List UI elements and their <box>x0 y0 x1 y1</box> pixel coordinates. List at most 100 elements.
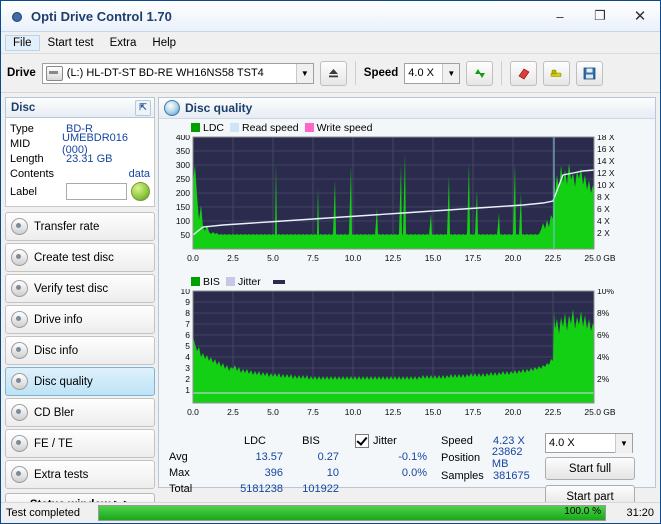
sidebar-item-disc-quality[interactable]: Disc quality <box>5 367 155 396</box>
stats-max-bis: 10 <box>326 467 339 479</box>
jitter-max-row: 0.0% <box>355 465 431 481</box>
samples-row: Samples 381675 <box>441 467 541 485</box>
disc-contents-label: Contents <box>10 167 55 180</box>
refresh-button[interactable] <box>466 60 494 86</box>
sidebar-item-disc-info[interactable]: Disc info <box>5 336 155 365</box>
disc-length-value: 23.31 GB <box>66 152 113 165</box>
menu-file[interactable]: File <box>5 34 40 51</box>
svg-text:2.5: 2.5 <box>227 407 239 417</box>
tools-button[interactable] <box>543 60 571 86</box>
progress-text: 100.0 % <box>564 506 601 517</box>
svg-text:14 X: 14 X <box>597 156 615 166</box>
svg-text:2 X: 2 X <box>597 228 610 238</box>
sidebar-item-verify-test-disc[interactable]: Verify test disc <box>5 274 155 303</box>
samples-value: 381675 <box>493 470 530 482</box>
chevron-down-icon[interactable]: ▼ <box>295 63 313 83</box>
sidebar-item-create-test-disc[interactable]: Create test disc <box>5 243 155 272</box>
speed-info-label: Speed <box>441 435 473 447</box>
window-controls: – ❐ ✕ <box>540 2 660 31</box>
position-value: 23862 MB <box>491 446 523 470</box>
progress-bar: 100.0 % <box>98 505 606 521</box>
legend-swatch-read-speed <box>230 123 240 132</box>
svg-text:250: 250 <box>176 174 190 184</box>
minimize-button[interactable]: – <box>540 2 580 31</box>
svg-text:20.0: 20.0 <box>505 253 522 263</box>
legend-item-read-speed: Read speed <box>230 122 299 134</box>
menu-start-test[interactable]: Start test <box>40 35 102 51</box>
legend-label-bis: BIS <box>203 276 220 288</box>
jitter-checkbox[interactable] <box>355 434 369 448</box>
sidebar-item-drive-info[interactable]: Drive info <box>5 305 155 334</box>
status-text: Test completed <box>6 507 80 519</box>
disc-info-row-mid: MID UMEBDR016 (000) <box>10 132 150 156</box>
toolbar-separator <box>354 61 356 85</box>
circle-icon <box>11 218 28 235</box>
svg-text:7: 7 <box>185 319 190 329</box>
jitter-checkbox-row[interactable]: Jitter <box>355 433 431 449</box>
svg-text:150: 150 <box>176 202 190 212</box>
stats-header-bis: BIS <box>302 435 320 447</box>
tools-icon <box>550 69 562 77</box>
disc-label-field[interactable] <box>66 183 127 200</box>
svg-text:4 X: 4 X <box>597 216 610 226</box>
menu-bar: File Start test Extra Help <box>1 32 660 54</box>
legend-label-write-speed: Write speed <box>316 122 373 134</box>
svg-text:10.0: 10.0 <box>345 407 362 417</box>
svg-text:8 X: 8 X <box>597 192 610 202</box>
menu-help[interactable]: Help <box>144 35 184 51</box>
eject-button[interactable] <box>319 60 347 86</box>
start-full-button[interactable]: Start full <box>545 457 635 480</box>
sidebar-item-transfer-rate[interactable]: Transfer rate <box>5 212 155 241</box>
svg-text:300: 300 <box>176 160 190 170</box>
sidebar-item-cd-bler[interactable]: CD Bler <box>5 398 155 427</box>
speed-select[interactable]: 4.0 X ▼ <box>404 62 461 84</box>
legend-top: LDC Read speed Write speed <box>163 122 651 134</box>
stats-max-ldc: 396 <box>264 467 283 479</box>
ldc-y2-axis: 18 X 16 X 14 X 12 X 10 X 8 X 6 X 4 X 2 X <box>597 135 615 238</box>
sidebar-item-label: Disc info <box>34 344 79 357</box>
table-row: Max 396 10 <box>169 465 339 481</box>
test-speed-select[interactable]: 4.0 X ▼ <box>545 433 633 453</box>
disc-info-row-label: Label <box>10 181 150 202</box>
refresh-icon <box>474 68 485 78</box>
title-bar: Opti Drive Control 1.70 – ❐ ✕ <box>1 1 660 32</box>
sidebar-item-extra-tests[interactable]: Extra tests <box>5 460 155 489</box>
disc-quality-panel: Disc quality LDC Read speed Write speed <box>158 97 656 508</box>
chevron-down-icon[interactable]: ▼ <box>442 63 460 83</box>
svg-text:6%: 6% <box>597 330 610 340</box>
elapsed-time: 31:20 <box>626 507 654 519</box>
legend-swatch-bis <box>191 277 200 286</box>
drive-select[interactable]: (L:) HL-DT-ST BD-RE WH16NS58 TST4 ▼ <box>41 62 314 84</box>
bis-x-axis: 0.0 2.5 5.0 7.5 10.0 12.5 15.0 17.5 20.0 22.5 2… <box>187 407 616 417</box>
pin-icon[interactable]: ⇱ <box>135 99 151 116</box>
disc-info-box: Type BD-R MID UMEBDR016 (000) Length 23.… <box>5 118 155 207</box>
toolbar-separator <box>501 61 503 85</box>
stats-header-row: LDC BIS <box>169 433 339 449</box>
jitter-label: Jitter <box>373 435 397 447</box>
erase-button[interactable] <box>510 60 538 86</box>
drive-toolbar: Drive (L:) HL-DT-ST BD-RE WH16NS58 TST4 … <box>1 54 660 93</box>
ldc-x-axis: 0.0 2.5 5.0 7.5 10.0 12.5 15.0 17.5 20.0 22.5 2… <box>187 253 616 263</box>
svg-text:200: 200 <box>176 188 190 198</box>
svg-text:15.0: 15.0 <box>425 407 442 417</box>
circle-icon <box>11 404 28 421</box>
disc-panel-header: Disc ⇱ <box>5 97 155 118</box>
stats-row-label: Max <box>169 467 190 479</box>
chevron-down-icon[interactable]: ▼ <box>615 434 632 453</box>
window-title: Opti Drive Control 1.70 <box>31 8 172 24</box>
menu-extra[interactable]: Extra <box>102 35 145 51</box>
close-button[interactable]: ✕ <box>620 2 660 31</box>
svg-text:2: 2 <box>185 374 190 384</box>
legend-item-ldc: LDC <box>191 122 224 134</box>
save-button[interactable] <box>576 60 604 86</box>
circle-icon <box>11 342 28 359</box>
sidebar-item-fe-te[interactable]: FE / TE <box>5 429 155 458</box>
globe-icon[interactable] <box>131 182 150 201</box>
sidebar: Disc ⇱ Type BD-R MID UMEBDR016 (000) Len… <box>1 93 158 517</box>
legend-label-ldc: LDC <box>203 122 225 134</box>
svg-text:10.0: 10.0 <box>345 253 362 263</box>
svg-text:9: 9 <box>185 297 190 307</box>
svg-text:2.5: 2.5 <box>227 253 239 263</box>
disc-icon <box>164 100 180 116</box>
maximize-button[interactable]: ❐ <box>580 2 620 31</box>
